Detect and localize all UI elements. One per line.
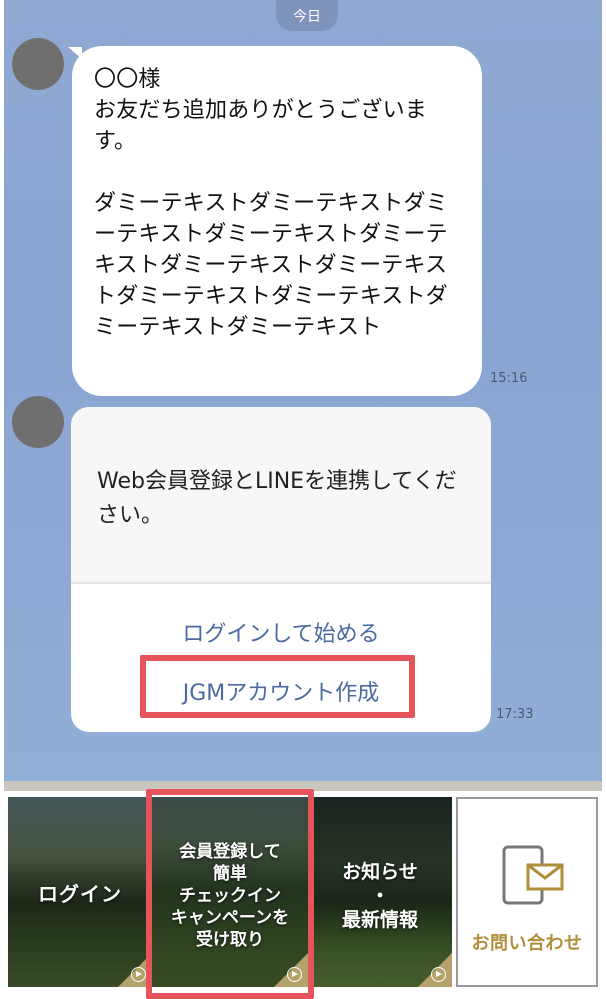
login-button[interactable]: ログインして始める xyxy=(71,616,491,648)
play-icon xyxy=(131,967,146,982)
message-bubble[interactable]: 〇〇様 お友だち追加ありがとうございます。 ダミーテキストダミーテキストダミーテ… xyxy=(72,46,482,396)
card-text: Web会員登録とLINEを連携してください。 xyxy=(71,407,491,582)
card-divider xyxy=(71,582,491,584)
menu-item-login[interactable]: ログイン xyxy=(8,797,152,987)
highlight-box xyxy=(146,789,314,999)
menu-item-label: お知らせ ・ 最新情報 xyxy=(341,861,418,931)
card-time: 17:33 xyxy=(496,707,534,722)
avatar[interactable] xyxy=(12,38,64,90)
chat-area: 今日 〇〇様 お友だち追加ありがとうございます。 ダミーテキストダミーテキストダ… xyxy=(4,0,602,787)
highlight-box xyxy=(140,655,415,718)
menu-item-label: お問い合わせ xyxy=(471,933,583,954)
menu-item-label: ログイン xyxy=(38,881,122,906)
date-separator: 今日 xyxy=(276,0,338,31)
avatar[interactable] xyxy=(12,396,64,448)
menu-item-contact[interactable]: お問い合わせ xyxy=(456,797,598,987)
play-icon xyxy=(431,967,446,982)
tablet-mail-icon xyxy=(502,845,564,905)
message-time: 15:16 xyxy=(490,371,528,386)
menu-item-news[interactable]: お知らせ ・ 最新情報 xyxy=(308,797,452,987)
